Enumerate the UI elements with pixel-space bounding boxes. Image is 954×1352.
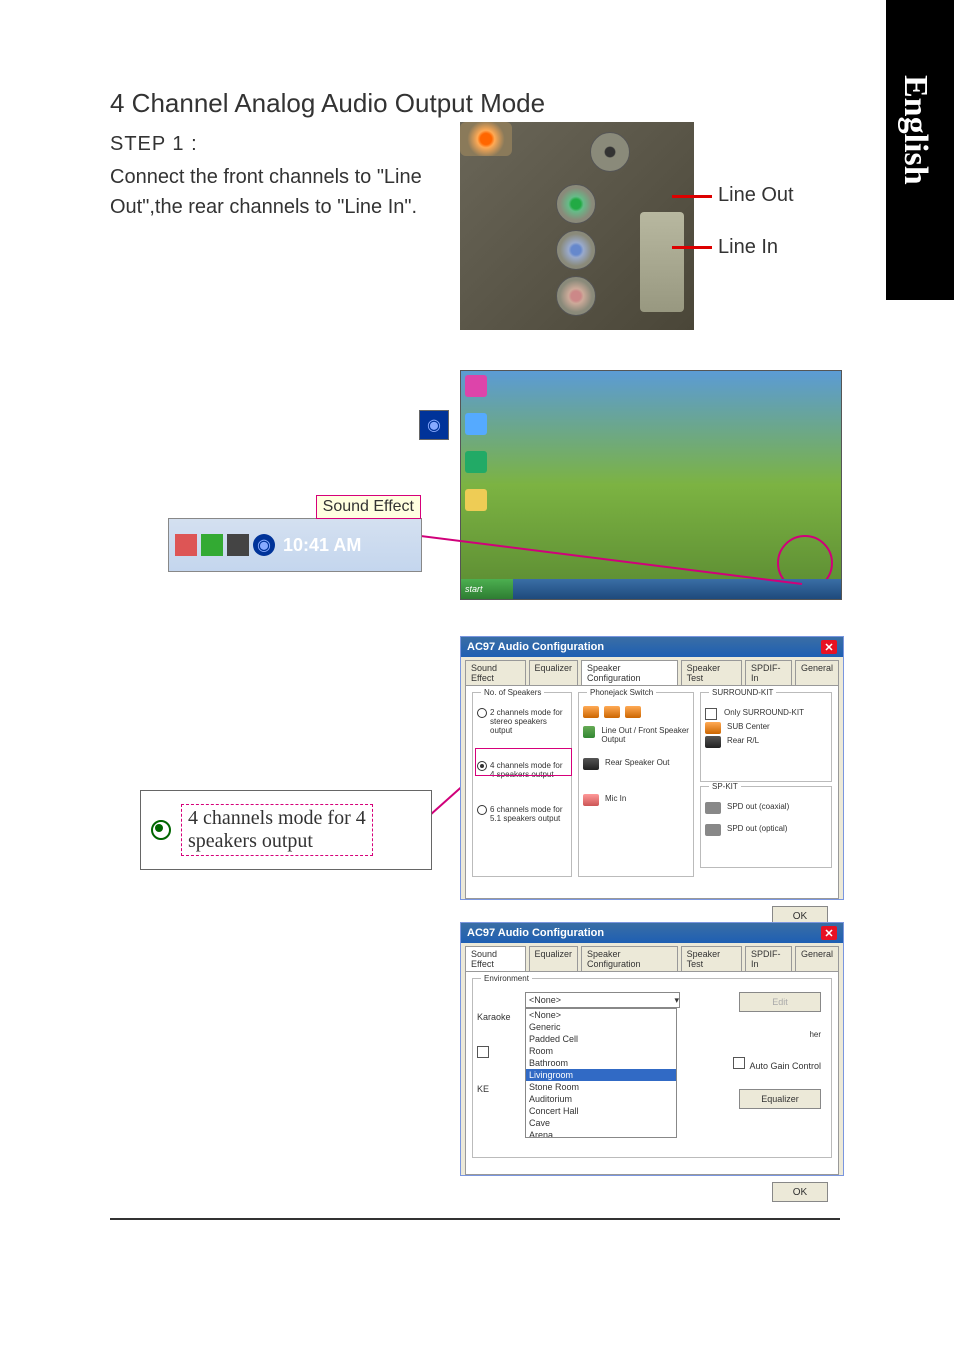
tray-icon-2[interactable] [201,534,223,556]
four-channel-highlight [475,748,572,776]
rear-out-label: Rear Speaker Out [605,758,669,767]
language-label: English [896,75,934,185]
tab-general[interactable]: General [795,946,839,971]
tab-speaker-test[interactable]: Speaker Test [681,946,742,971]
edit-button[interactable]: Edit [739,992,821,1012]
environment-listbox[interactable]: <None> Generic Padded Cell Room Bathroom… [525,1008,677,1138]
equalizer-button[interactable]: Equalizer [739,1089,821,1109]
auto-gain-label: Auto Gain Control [749,1061,821,1071]
jack-green-icon [583,726,595,738]
line-out-pointer [672,195,712,198]
tab-sound-effect[interactable]: Sound Effect [465,946,526,971]
tray-time: 10:41 AM [283,535,361,556]
tab-equalizer[interactable]: Equalizer [529,946,579,971]
ok-button[interactable]: OK [772,1182,828,1202]
tray-sound-icon[interactable]: ◉ [253,534,275,556]
radio-selected-icon [151,820,171,840]
surround-kit-title: SURROUND-KIT [709,688,776,697]
line-in-label: Line In [718,236,778,259]
tab-speaker-config[interactable]: Speaker Configuration [581,946,678,971]
tab-general[interactable]: General [795,660,839,685]
environment-title: Environment [481,974,532,983]
dialog-title: AC97 Audio Configuration [467,927,604,939]
callout-line2: speakers output [188,830,366,853]
no-speakers-title: No. of Speakers [481,688,544,697]
line-out-label: Line Out [718,184,794,207]
system-tray-zoom: Sound Effect ◉ 10:41 AM [168,518,422,572]
close-icon[interactable]: ✕ [821,926,837,940]
audio-port-photo [460,122,694,330]
step-text: Connect the front channels to "Line Out"… [110,162,470,222]
line-out-front-label: Line Out / Front Speaker Output [601,726,689,744]
line-in-pointer [672,246,712,249]
sound-effect-tooltip: Sound Effect [316,495,421,519]
tab-sound-effect[interactable]: Sound Effect [465,660,526,685]
tray-icon-3[interactable] [227,534,249,556]
tab-spdif[interactable]: SPDIF-In [745,660,792,685]
only-surround-checkbox[interactable] [705,708,717,720]
jack-icon [625,706,641,718]
tab-speaker-test[interactable]: Speaker Test [681,660,742,685]
tab-speaker-config[interactable]: Speaker Configuration [581,660,678,685]
language-tab: English [886,0,954,300]
chevron-down-icon: ▾ [674,995,679,1006]
page-title: 4 Channel Analog Audio Output Mode [110,88,830,119]
jack-black-icon [583,758,599,770]
ac97-dialog-sound-effect: AC97 Audio Configuration ✕ Sound Effect … [460,922,844,1176]
jack-pink-icon [583,794,599,806]
env-combo[interactable]: <None>▾ [525,992,680,1008]
auto-gain-checkbox[interactable] [733,1057,745,1069]
desktop-screenshot: start [460,370,842,600]
dialog-title: AC97 Audio Configuration [467,641,604,653]
radio-2ch[interactable]: 2 channels mode for stereo speakers outp… [477,708,567,735]
close-icon[interactable]: ✕ [821,640,837,654]
karaoke-label: Karaoke [477,1012,515,1022]
footer-separator [110,1218,840,1220]
tray-icon-callout: ◉ [419,410,449,440]
karaoke-checkbox[interactable] [477,1046,489,1058]
tab-spdif-in[interactable]: SPDIF-In [745,946,792,971]
start-button[interactable]: start [461,579,513,599]
phonejack-title: Phonejack Switch [587,688,656,697]
callout-line1: 4 channels mode for 4 [188,807,366,830]
mic-in-label: Mic In [605,794,626,803]
tray-icon-1[interactable] [175,534,197,556]
ke-label: KE [477,1084,515,1094]
jack-icon [583,706,599,718]
tab-equalizer[interactable]: Equalizer [529,660,579,685]
spkit-title: SP-KIT [709,782,741,791]
four-channel-callout: 4 channels mode for 4 speakers output [140,790,432,870]
jack-icon [604,706,620,718]
radio-6ch[interactable]: 6 channels mode for 5.1 speakers output [477,805,567,823]
